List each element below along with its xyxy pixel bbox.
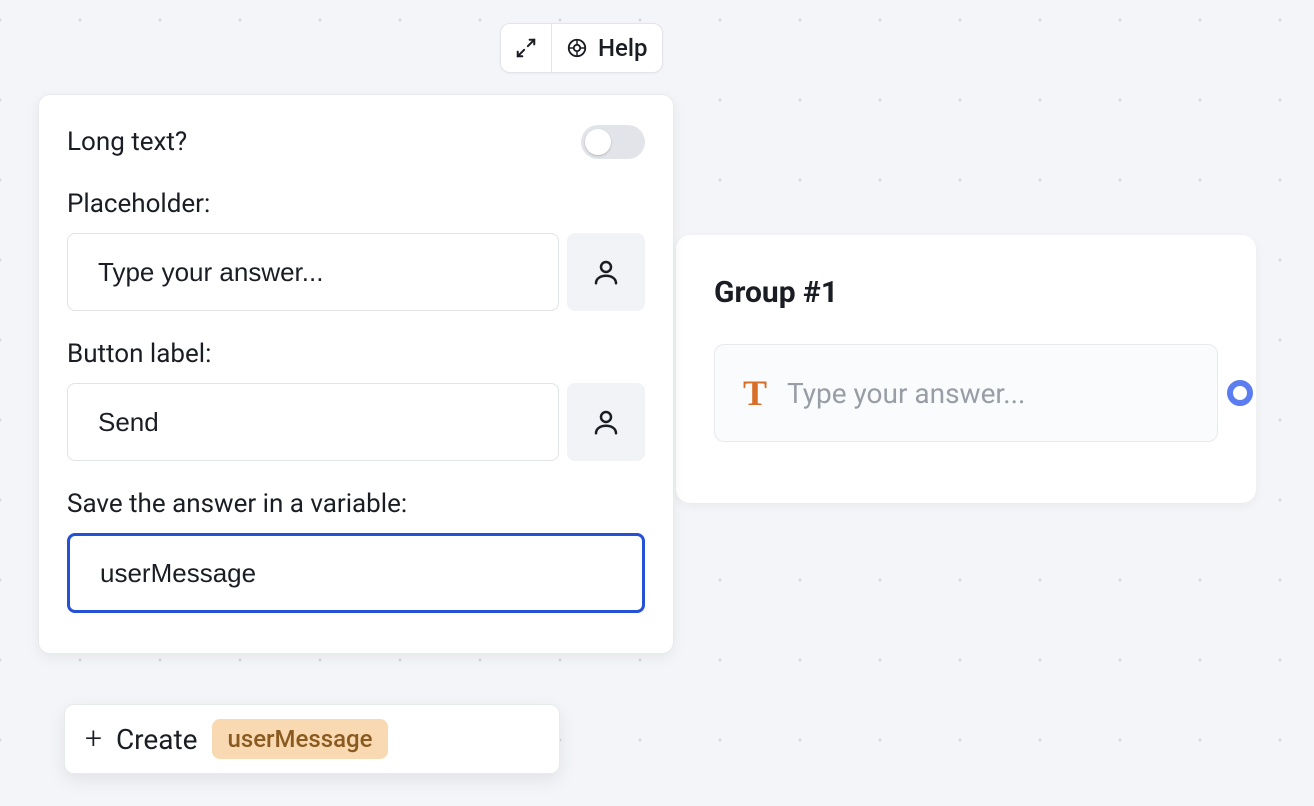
text-input-block[interactable]: T Type your answer... — [714, 344, 1218, 442]
input-settings-panel: Long text? Placeholder: Button label: — [38, 94, 674, 654]
help-button[interactable]: Help — [552, 24, 662, 72]
create-label: Create — [116, 723, 198, 756]
variable-section: Save the answer in a variable: — [67, 489, 645, 613]
placeholder-section: Placeholder: — [67, 189, 645, 311]
block-placeholder: Type your answer... — [787, 377, 1025, 410]
group-title: Group #1 — [714, 275, 1218, 310]
help-icon — [566, 37, 588, 59]
placeholder-label: Placeholder: — [67, 189, 645, 219]
fullscreen-button[interactable] — [501, 24, 552, 72]
text-type-icon: T — [743, 372, 767, 414]
long-text-toggle[interactable] — [581, 125, 645, 159]
long-text-label: Long text? — [67, 127, 187, 157]
toggle-knob — [585, 129, 611, 155]
expand-icon — [515, 37, 537, 59]
button-label-section: Button label: — [67, 339, 645, 461]
placeholder-input[interactable] — [67, 233, 559, 311]
button-label-variable-button[interactable] — [567, 383, 645, 461]
button-label-label: Button label: — [67, 339, 645, 369]
output-connector[interactable] — [1227, 380, 1253, 406]
plus-icon: + — [85, 724, 102, 754]
help-label: Help — [598, 34, 648, 62]
button-label-input[interactable] — [67, 383, 559, 461]
user-icon — [591, 407, 621, 437]
variable-token: userMessage — [212, 719, 389, 759]
user-icon — [591, 257, 621, 287]
variable-input[interactable] — [67, 533, 645, 613]
placeholder-variable-button[interactable] — [567, 233, 645, 311]
group-card[interactable]: Group #1 T Type your answer... — [676, 235, 1256, 503]
editor-toolbar: Help — [500, 23, 663, 73]
create-variable-dropdown[interactable]: + Create userMessage — [64, 704, 560, 774]
variable-label: Save the answer in a variable: — [67, 489, 645, 519]
